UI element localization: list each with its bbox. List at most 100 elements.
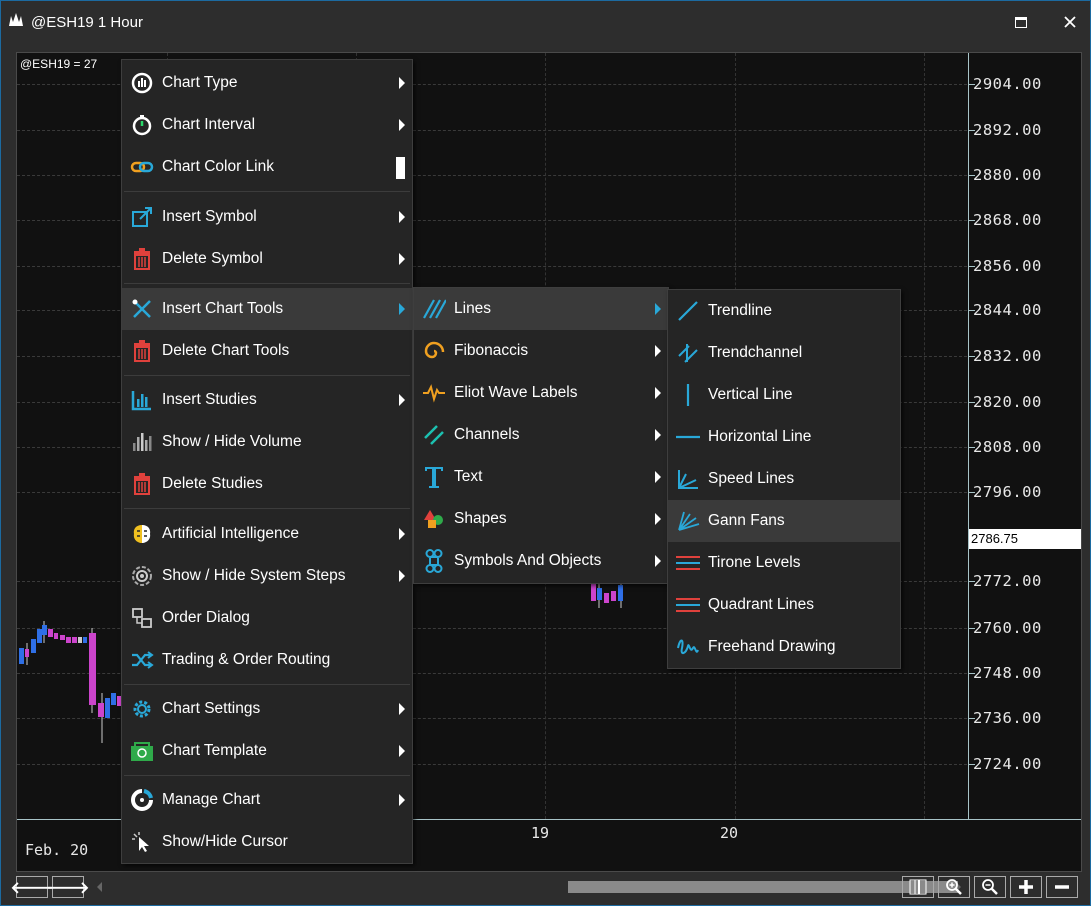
lines-item-trendchannel[interactable]: Trendchannel	[668, 332, 900, 374]
add-bars-button[interactable]	[1010, 876, 1042, 898]
menu-item-label: Chart Settings	[162, 700, 261, 717]
menu-item-delete-studies[interactable]: Delete Studies	[122, 463, 412, 505]
menu-item-manage-chart[interactable]: Manage Chart	[122, 779, 412, 821]
menu-item-label: Delete Symbol	[162, 250, 263, 267]
window-title: @ESH19 1 Hour	[31, 14, 143, 31]
studies-icon	[130, 388, 154, 412]
maximize-button[interactable]	[1006, 7, 1036, 37]
lines-item-gann-fans[interactable]: Gann Fans	[668, 500, 900, 542]
channels-icon	[422, 423, 446, 447]
menu-item-label: Chart Type	[162, 74, 238, 91]
vertical-line-icon	[676, 383, 700, 407]
text-icon	[422, 465, 446, 489]
lines-item-freehand-drawing[interactable]: Freehand Drawing	[668, 626, 900, 668]
chart-tools-icon	[130, 297, 154, 321]
tirone-levels-icon	[676, 551, 700, 575]
current-price-marker: 2786.75	[969, 529, 1081, 549]
submenu-arrow-icon	[399, 119, 405, 131]
lines-item-label: Trendchannel	[708, 344, 803, 361]
menu-item-artificial-intelligence[interactable]: Artificial Intelligence	[122, 513, 412, 555]
menu-separator	[124, 684, 410, 685]
menu-item-chart-color-link[interactable]: Chart Color Link	[122, 146, 412, 188]
submenu-arrow-icon	[399, 77, 405, 89]
lines-item-horizontal-line[interactable]: Horizontal Line	[668, 416, 900, 458]
time-label-20: 20	[720, 824, 739, 842]
lines-item-trendline[interactable]: Trendline	[668, 290, 900, 332]
chart-tools-submenu: Lines Fibonaccis Eliot Wave Labels Chann…	[413, 287, 669, 584]
lines-item-label: Vertical Line	[708, 386, 793, 403]
menu-item-delete-chart-tools[interactable]: Delete Chart Tools	[122, 330, 412, 372]
submenu-item-label: Eliot Wave Labels	[454, 384, 578, 401]
horizontal-line-icon	[676, 425, 700, 449]
lines-item-vertical-line[interactable]: Vertical Line	[668, 374, 900, 416]
menu-item-chart-settings[interactable]: Chart Settings	[122, 688, 412, 730]
menu-item-show-hide-system-steps[interactable]: Show / Hide System Steps	[122, 555, 412, 597]
columns-button[interactable]	[902, 876, 934, 898]
price-label: 2904.00	[973, 75, 1042, 93]
zoom-out-button[interactable]	[974, 876, 1006, 898]
template-icon	[130, 739, 154, 763]
menu-separator	[124, 283, 410, 284]
scroll-left-button[interactable]: 🡐	[11, 876, 53, 898]
horizontal-scrollbar[interactable]	[94, 878, 961, 896]
price-label: 2748.00	[973, 664, 1042, 682]
price-label: 2880.00	[973, 166, 1042, 184]
lines-item-label: Speed Lines	[708, 470, 795, 487]
submenu-arrow-icon	[399, 794, 405, 806]
menu-item-insert-symbol[interactable]: Insert Symbol	[122, 196, 412, 238]
submenu-item-shapes[interactable]: Shapes	[414, 498, 668, 540]
command-icon	[422, 549, 446, 573]
scroll-back-icon	[97, 882, 102, 892]
menu-item-label: Manage Chart	[162, 791, 261, 808]
close-button[interactable]	[1055, 7, 1085, 37]
zoom-in-button[interactable]	[938, 876, 970, 898]
menu-item-chart-type[interactable]: Chart Type	[122, 62, 412, 104]
menu-item-delete-symbol[interactable]: Delete Symbol	[122, 238, 412, 280]
chart-type-icon	[130, 71, 154, 95]
menu-item-label: Trading & Order Routing	[162, 651, 331, 668]
menu-item-show-hide-cursor[interactable]: Show/Hide Cursor	[122, 821, 412, 863]
menu-item-insert-studies[interactable]: Insert Studies	[122, 379, 412, 421]
menu-item-chart-interval[interactable]: Chart Interval	[122, 104, 412, 146]
submenu-item-fibonaccis[interactable]: Fibonaccis	[414, 330, 668, 372]
menu-item-label: Delete Studies	[162, 475, 263, 492]
submenu-item-symbols-and-objects[interactable]: Symbols And Objects	[414, 540, 668, 582]
submenu-arrow-icon	[655, 387, 661, 399]
chart-context-menu: Chart Type Chart Interval Chart Color Li…	[121, 59, 413, 864]
submenu-arrow-icon	[655, 513, 661, 525]
lines-item-label: Quadrant Lines	[708, 596, 814, 613]
menu-item-show-hide-volume[interactable]: Show / Hide Volume	[122, 421, 412, 463]
submenu-item-channels[interactable]: Channels	[414, 414, 668, 456]
menu-separator	[124, 191, 410, 192]
candle-group-left	[19, 621, 121, 743]
menu-separator	[124, 375, 410, 376]
scroll-right-button[interactable]: 🡒	[47, 876, 89, 898]
color-link-toggle[interactable]	[396, 157, 405, 179]
title-bar[interactable]: @ESH19 1 Hour	[1, 1, 1090, 45]
price-label: 2796.00	[973, 483, 1042, 501]
menu-item-chart-template[interactable]: Chart Template	[122, 730, 412, 772]
submenu-item-label: Channels	[454, 426, 520, 443]
remove-bars-button[interactable]	[1046, 876, 1078, 898]
link-icon	[130, 155, 154, 179]
submenu-item-lines[interactable]: Lines	[414, 288, 668, 330]
submenu-arrow-icon	[655, 429, 661, 441]
submenu-item-eliot-wave-labels[interactable]: Eliot Wave Labels	[414, 372, 668, 414]
lines-item-speed-lines[interactable]: Speed Lines	[668, 458, 900, 500]
gear-icon	[130, 697, 154, 721]
spiral-icon	[422, 339, 446, 363]
submenu-item-text[interactable]: Text	[414, 456, 668, 498]
menu-item-order-dialog[interactable]: Order Dialog	[122, 597, 412, 639]
price-label: 2892.00	[973, 121, 1042, 139]
submenu-item-label: Shapes	[454, 510, 507, 527]
lines-item-tirone-levels[interactable]: Tirone Levels	[668, 542, 900, 584]
lines-item-quadrant-lines[interactable]: Quadrant Lines	[668, 584, 900, 626]
scrollbar-thumb[interactable]	[568, 881, 958, 893]
submenu-arrow-icon	[399, 528, 405, 540]
menu-item-trading-order-routing[interactable]: Trading & Order Routing	[122, 639, 412, 681]
price-label: 2820.00	[973, 393, 1042, 411]
trendline-icon	[676, 299, 700, 323]
submenu-arrow-icon	[399, 253, 405, 265]
menu-item-insert-chart-tools[interactable]: Insert Chart Tools	[122, 288, 412, 330]
price-label: 2844.00	[973, 301, 1042, 319]
